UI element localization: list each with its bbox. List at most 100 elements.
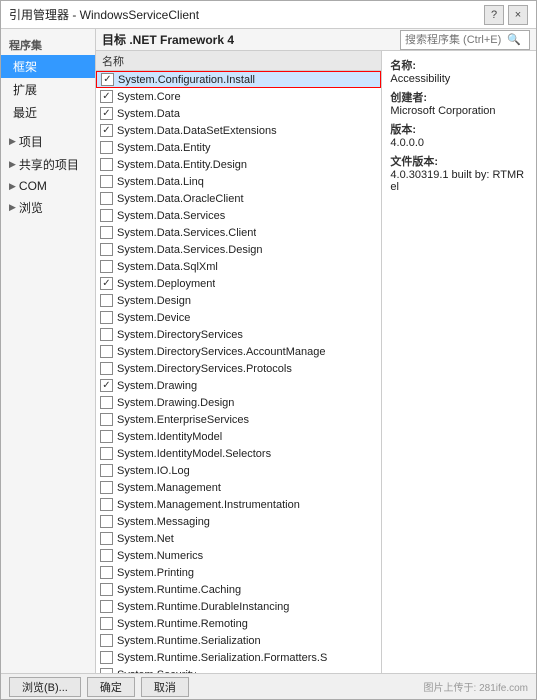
assembly-checkbox[interactable] [100,634,113,647]
chevron-right-icon: ▶ [9,202,16,213]
assembly-checkbox[interactable] [100,447,113,460]
assembly-name: System.Runtime.Serialization.Formatters.… [117,652,327,664]
assembly-checkbox[interactable] [100,209,113,222]
list-item[interactable]: System.Data.Services.Design [96,241,381,258]
assembly-checkbox[interactable] [100,158,113,171]
title-bar-left: 引用管理器 - WindowsServiceClient [9,6,199,23]
assembly-checkbox[interactable] [100,243,113,256]
list-item[interactable]: System.Data.DataSetExtensions [96,122,381,139]
assembly-checkbox[interactable] [100,464,113,477]
assembly-checkbox[interactable] [100,566,113,579]
assembly-checkbox[interactable] [100,617,113,630]
assembly-checkbox[interactable] [100,362,113,375]
properties-section: 名称: Accessibility 创建者: Microsoft Corpora… [382,51,536,673]
cancel-button[interactable]: 取消 [141,677,189,697]
assembly-checkbox[interactable] [100,294,113,307]
list-item[interactable]: System.Messaging [96,513,381,530]
list-item[interactable]: System.Design [96,292,381,309]
list-item[interactable]: System.Data.Entity [96,139,381,156]
assembly-checkbox[interactable] [100,498,113,511]
list-item[interactable]: System.Security [96,666,381,673]
list-item[interactable]: System.Net [96,530,381,547]
assembly-checkbox[interactable] [100,515,113,528]
list-item[interactable]: System.Deployment [96,275,381,292]
assembly-checkbox[interactable] [100,90,113,103]
list-item[interactable]: System.DirectoryServices.AccountManage [96,343,381,360]
assembly-checkbox[interactable] [100,124,113,137]
list-item[interactable]: System.DirectoryServices.Protocols [96,360,381,377]
list-item[interactable]: System.Data.SqlXml [96,258,381,275]
help-button[interactable]: ? [484,5,504,25]
list-item[interactable]: System.IO.Log [96,462,381,479]
list-item[interactable]: System.Runtime.DurableInstancing [96,598,381,615]
assembly-checkbox[interactable] [100,175,113,188]
sidebar-item-extensions[interactable]: 扩展 [1,78,95,101]
assembly-checkbox[interactable] [100,345,113,358]
assembly-checkbox[interactable] [100,141,113,154]
list-item[interactable]: System.Device [96,309,381,326]
assembly-checkbox[interactable] [101,73,114,86]
close-button[interactable]: × [508,5,528,25]
list-item[interactable]: System.Data.OracleClient [96,190,381,207]
ok-button[interactable]: 确定 [87,677,135,697]
assembly-checkbox[interactable] [100,413,113,426]
assembly-checkbox[interactable] [100,328,113,341]
list-item[interactable]: System.Management [96,479,381,496]
assembly-checkbox[interactable] [100,379,113,392]
assembly-checkbox[interactable] [100,549,113,562]
list-item[interactable]: System.Runtime.Serialization.Formatters.… [96,649,381,666]
list-item[interactable]: System.IdentityModel.Selectors [96,445,381,462]
assembly-list[interactable]: System.Configuration.InstallSystem.CoreS… [96,71,381,673]
list-item[interactable]: System.Core [96,88,381,105]
list-item[interactable]: System.Data.Linq [96,173,381,190]
assembly-checkbox[interactable] [100,192,113,205]
sidebar-group-project[interactable]: ▶ 项目 [1,130,95,153]
list-item[interactable]: System.Data.Entity.Design [96,156,381,173]
assembly-checkbox[interactable] [100,277,113,290]
list-item[interactable]: System.Printing [96,564,381,581]
assembly-name: System.DirectoryServices [117,329,243,341]
bottom-bar: 浏览(B)... 确定 取消 图片上传于: 281ife.com [1,673,536,699]
sidebar-group-shared[interactable]: ▶ 共享的项目 [1,153,95,176]
list-item[interactable]: System.Drawing.Design [96,394,381,411]
assembly-name: System.IdentityModel [117,431,222,443]
assembly-name: System.Runtime.Serialization [117,635,261,647]
list-item[interactable]: System.Management.Instrumentation [96,496,381,513]
search-box[interactable]: 🔍 [400,30,530,50]
search-input[interactable] [405,34,505,46]
list-item[interactable]: System.Data.Services [96,207,381,224]
list-item[interactable]: System.Configuration.Install [96,71,381,88]
assembly-checkbox[interactable] [100,260,113,273]
sidebar: 程序集 框架 扩展 最近 ▶ 项目 ▶ 共享的项目 ▶ COM [1,29,96,673]
list-item[interactable]: System.EnterpriseServices [96,411,381,428]
assembly-checkbox[interactable] [100,583,113,596]
list-item[interactable]: System.Data.Services.Client [96,224,381,241]
assembly-name: System.Data.Services.Client [117,227,256,239]
list-item[interactable]: System.Runtime.Remoting [96,615,381,632]
sidebar-header: 程序集 [1,33,95,55]
sidebar-item-framework[interactable]: 框架 [1,55,95,78]
assembly-checkbox[interactable] [100,311,113,324]
assembly-checkbox[interactable] [100,532,113,545]
assembly-name: System.Printing [117,567,194,579]
sidebar-group-browse[interactable]: ▶ 浏览 [1,196,95,219]
assembly-checkbox[interactable] [100,600,113,613]
assembly-name: System.DirectoryServices.AccountManage [117,346,325,358]
list-item[interactable]: System.Runtime.Serialization [96,632,381,649]
assembly-checkbox[interactable] [100,107,113,120]
assembly-checkbox[interactable] [100,430,113,443]
assembly-checkbox[interactable] [100,481,113,494]
assembly-checkbox[interactable] [100,651,113,664]
list-item[interactable]: System.Numerics [96,547,381,564]
main-content: 程序集 框架 扩展 最近 ▶ 项目 ▶ 共享的项目 ▶ COM [1,29,536,673]
browse-button[interactable]: 浏览(B)... [9,677,81,697]
sidebar-group-com[interactable]: ▶ COM [1,176,95,196]
assembly-checkbox[interactable] [100,396,113,409]
list-item[interactable]: System.Data [96,105,381,122]
list-item[interactable]: System.DirectoryServices [96,326,381,343]
assembly-checkbox[interactable] [100,226,113,239]
list-item[interactable]: System.Drawing [96,377,381,394]
sidebar-item-recent[interactable]: 最近 [1,101,95,124]
list-item[interactable]: System.IdentityModel [96,428,381,445]
list-item[interactable]: System.Runtime.Caching [96,581,381,598]
